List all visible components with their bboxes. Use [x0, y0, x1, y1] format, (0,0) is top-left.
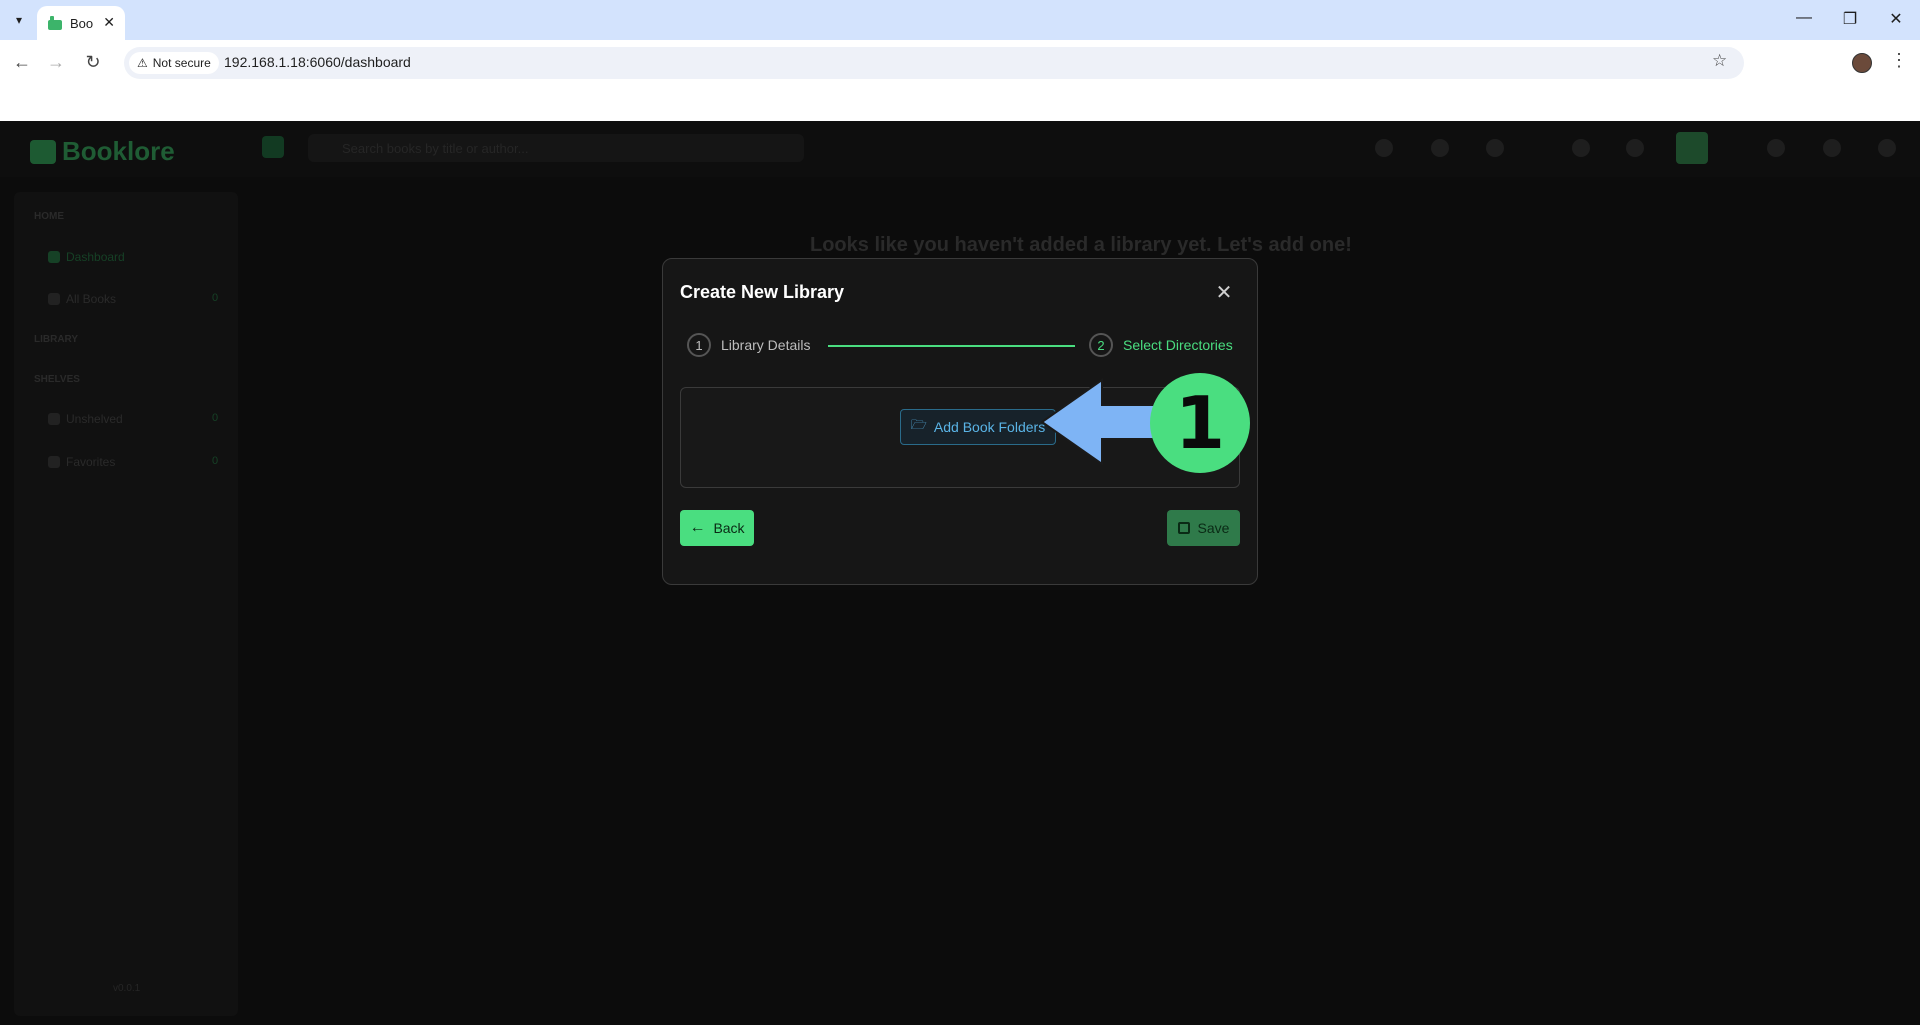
close-tab-icon[interactable]: ✕: [103, 14, 115, 31]
empty-library-message: Looks like you haven't added a library y…: [810, 234, 1352, 256]
step-number: 1: [687, 333, 711, 357]
forward-arrow-icon[interactable]: →: [44, 50, 68, 74]
sidebar-item-all-books[interactable]: All Books: [48, 292, 116, 306]
menu-toggle-icon[interactable]: [262, 136, 284, 158]
save-button[interactable]: Save: [1167, 510, 1240, 546]
folder-open-icon: 🗁: [910, 417, 927, 432]
settings-icon[interactable]: [1767, 139, 1785, 157]
close-window-icon[interactable]: ✕: [1876, 9, 1916, 29]
tab-search-dropdown-icon[interactable]: ▾: [8, 9, 30, 31]
all-books-count: 0: [212, 292, 219, 304]
logo-mark-icon: [30, 139, 56, 164]
step-label: Library Details: [721, 337, 811, 353]
browser-tab[interactable]: Boo ✕: [37, 6, 125, 40]
step-label: Select Directories: [1123, 337, 1233, 353]
annotation-step-number: 1: [1150, 373, 1250, 473]
bookmark-star-icon[interactable]: ☆: [1712, 51, 1727, 71]
heart-icon: [48, 456, 60, 468]
sidebar: [14, 192, 238, 1016]
save-icon: [1177, 522, 1190, 534]
page-top-whitespace: [0, 80, 1920, 121]
arrow-left-icon: ←: [689, 519, 706, 536]
back-button[interactable]: ← Back: [680, 510, 754, 546]
back-label: Back: [713, 520, 745, 536]
browser-tab-strip: [0, 0, 1920, 40]
sidebar-section-home: HOME: [34, 211, 64, 222]
header-action-icon[interactable]: [1375, 139, 1393, 157]
warning-icon: ⚠: [137, 56, 148, 70]
step-library-details[interactable]: 1 Library Details: [687, 333, 810, 357]
logout-icon[interactable]: [1878, 139, 1896, 157]
home-icon: [48, 251, 60, 263]
search-input[interactable]: Search books by title or author...: [308, 134, 804, 162]
sidebar-item-favorites[interactable]: Favorites: [48, 455, 115, 469]
inbox-icon: [48, 413, 60, 425]
step-connector: [828, 345, 1075, 347]
sidebar-section-library: LIBRARY: [34, 334, 79, 345]
bookdrop-icon[interactable]: [1486, 139, 1504, 157]
booklore-favicon-icon: [48, 16, 62, 30]
step-number: 2: [1089, 333, 1113, 357]
sidebar-item-unshelved[interactable]: Unshelved: [48, 412, 123, 426]
security-indicator[interactable]: ⚠ Not secure: [129, 52, 219, 74]
add-book-folders-button[interactable]: 🗁 Add Book Folders: [900, 409, 1056, 445]
restore-icon[interactable]: ❐: [1830, 9, 1870, 29]
save-label: Save: [1197, 520, 1230, 536]
unshelved-count: 0: [212, 412, 219, 424]
upload-icon[interactable]: [1431, 139, 1449, 157]
browser-tab-title: Boo: [70, 15, 94, 31]
minimize-icon[interactable]: —: [1784, 9, 1824, 27]
books-icon: [48, 293, 60, 305]
activity-icon[interactable]: [1572, 139, 1590, 157]
notifications-icon[interactable]: [1626, 139, 1644, 157]
browser-menu-icon[interactable]: ⋮: [1890, 50, 1908, 71]
profile-avatar[interactable]: [1852, 53, 1872, 73]
dialog-title: Create New Library: [680, 282, 845, 302]
favorites-count: 0: [212, 455, 219, 467]
app-logo[interactable]: Booklore: [30, 136, 175, 167]
user-icon[interactable]: [1823, 139, 1841, 157]
close-dialog-icon[interactable]: ✕: [1211, 279, 1237, 305]
back-arrow-icon[interactable]: ←: [10, 50, 34, 74]
add-book-folders-label: Add Book Folders: [933, 419, 1046, 435]
step-select-directories[interactable]: 2 Select Directories: [1089, 333, 1233, 357]
theme-icon[interactable]: [1676, 132, 1708, 164]
url-text[interactable]: 192.168.1.18:6060/dashboard: [224, 54, 411, 70]
sidebar-section-shelves: SHELVES: [34, 374, 80, 385]
security-label: Not secure: [152, 56, 211, 70]
reload-icon[interactable]: ↻: [81, 50, 105, 74]
sidebar-item-dashboard[interactable]: Dashboard: [48, 250, 125, 264]
app-version: v0.0.1: [113, 983, 141, 994]
logo-text: Booklore: [62, 136, 175, 166]
